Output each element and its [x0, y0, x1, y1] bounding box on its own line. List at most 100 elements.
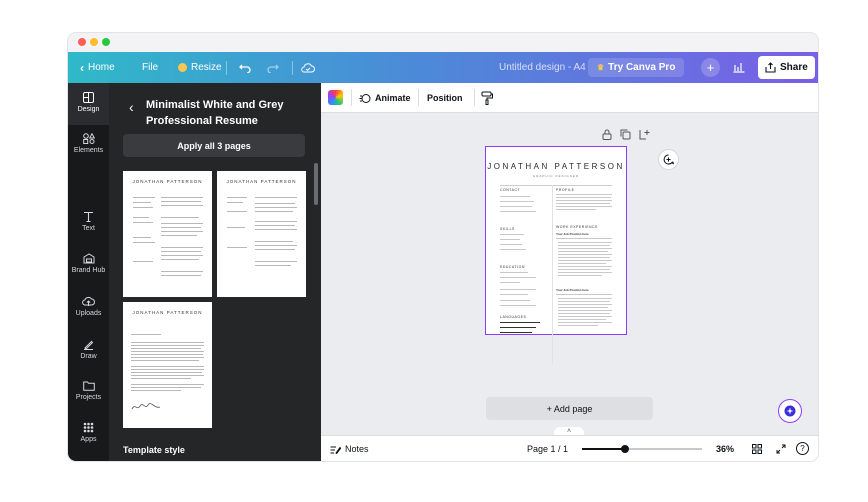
back-button[interactable]: ‹	[129, 99, 134, 115]
lock-page-button[interactable]	[602, 127, 612, 145]
insights-button[interactable]	[733, 52, 745, 83]
duplicate-page-button[interactable]	[620, 127, 631, 145]
rail-item-projects[interactable]: Projects	[68, 381, 109, 401]
save-status-button[interactable]	[301, 52, 315, 83]
text-line	[255, 203, 295, 204]
template-page-thumbnail[interactable]: JONATHAN PATTERSON	[123, 302, 212, 428]
template-page-thumbnail[interactable]: JONATHAN PATTERSON	[217, 171, 306, 297]
panel-scrollbar[interactable]	[314, 163, 318, 205]
window-titlebar	[68, 33, 818, 52]
bar-chart-icon	[733, 63, 745, 73]
add-comment-button[interactable]	[658, 149, 679, 170]
notes-icon	[330, 446, 341, 454]
text-line	[500, 201, 534, 202]
text-line	[255, 241, 293, 242]
text-line	[255, 249, 295, 250]
chevron-up-icon: ˄	[566, 428, 572, 435]
template-page-thumbnail[interactable]: JONATHAN PATTERSON	[123, 171, 212, 297]
text-line	[500, 249, 526, 250]
text-line	[131, 345, 204, 346]
rail-item-elements[interactable]: Elements	[68, 127, 109, 167]
text-line	[133, 222, 153, 223]
text-line	[500, 206, 532, 207]
text-line	[556, 209, 596, 210]
text-line	[558, 245, 610, 246]
help-button[interactable]: ?	[796, 442, 809, 455]
try-canva-pro-button[interactable]: ♛ Try Canva Pro	[588, 58, 685, 77]
text-line	[556, 206, 612, 207]
color-picker-button[interactable]	[328, 90, 343, 105]
rail-item-design[interactable]: Design	[68, 83, 109, 125]
text-line	[161, 271, 203, 272]
text-line	[558, 301, 610, 302]
text-line	[556, 238, 612, 239]
chevron-left-icon: ‹	[129, 99, 134, 115]
file-menu[interactable]: File	[142, 52, 158, 83]
close-window-dot[interactable]	[78, 38, 86, 46]
text-line	[227, 202, 243, 203]
resume-name: JONATHAN PATTERSON	[487, 162, 625, 171]
text-line	[255, 197, 297, 198]
text-line	[131, 366, 204, 367]
rail-item-draw[interactable]: Draw	[68, 339, 109, 360]
text-line	[558, 260, 612, 261]
share-button[interactable]: Share	[758, 56, 815, 79]
add-collaborator-button[interactable]: +	[701, 58, 720, 77]
rail-item-apps[interactable]: Apps	[68, 422, 109, 443]
zoom-slider[interactable]	[582, 445, 702, 453]
copy-style-button[interactable]	[481, 91, 493, 107]
add-page-icon-button[interactable]	[639, 127, 650, 145]
zoom-level[interactable]: 36%	[716, 436, 734, 461]
text-line	[500, 300, 530, 301]
text-line	[133, 237, 151, 238]
position-button[interactable]: Position	[427, 83, 463, 113]
magic-assistant-button[interactable]	[778, 399, 802, 423]
divider	[351, 89, 352, 106]
template-panel: ‹ Minimalist White and Grey Professional…	[109, 83, 321, 461]
page-indicator[interactable]: Page 1 / 1	[527, 436, 568, 461]
design-title[interactable]: Untitled design - A4	[499, 52, 586, 83]
apply-all-pages-button[interactable]: Apply all 3 pages	[123, 134, 305, 157]
text-line	[161, 223, 203, 224]
text-line	[161, 275, 201, 276]
minimize-window-dot[interactable]	[90, 38, 98, 46]
home-button[interactable]: ‹ Home	[80, 52, 115, 83]
fullscreen-button[interactable]	[776, 444, 786, 456]
text-line	[500, 282, 520, 283]
rail-item-brand-hub[interactable]: Brand Hub	[68, 253, 109, 274]
grid-view-button[interactable]	[752, 444, 762, 456]
rail-item-text[interactable]: Text	[68, 211, 109, 232]
text-line	[227, 197, 247, 198]
notes-button[interactable]: Notes	[330, 436, 369, 461]
redo-button[interactable]	[267, 52, 279, 83]
text-line	[556, 294, 612, 295]
question-icon: ?	[800, 444, 805, 453]
text-line	[558, 322, 612, 323]
text-line	[500, 305, 536, 306]
text-line	[558, 310, 612, 311]
plus-icon: +	[706, 60, 715, 75]
animate-button[interactable]: Animate	[359, 83, 411, 113]
share-icon	[765, 62, 776, 73]
text-line	[131, 354, 203, 355]
rail-item-uploads[interactable]: Uploads	[68, 296, 109, 317]
text-line	[558, 298, 612, 299]
add-page-button[interactable]: + Add page	[486, 397, 653, 420]
text-line	[500, 272, 528, 273]
template-style-heading: Template style	[123, 445, 185, 455]
language-bar	[500, 322, 540, 323]
text-line	[133, 242, 155, 243]
text-line	[500, 244, 522, 245]
maximize-window-dot[interactable]	[102, 38, 110, 46]
signature-image	[131, 403, 161, 410]
text-line	[255, 221, 297, 222]
text-line	[558, 263, 606, 264]
text-line	[255, 245, 297, 246]
design-page[interactable]: JONATHAN PATTERSON GRAPHIC DESIGNER CONT…	[485, 146, 627, 365]
undo-button[interactable]	[239, 52, 251, 83]
text-line	[161, 231, 203, 232]
resize-button[interactable]: Resize	[178, 52, 222, 83]
expand-icon	[776, 444, 786, 454]
text-line	[161, 255, 203, 256]
zoom-slider-thumb[interactable]	[621, 445, 630, 453]
